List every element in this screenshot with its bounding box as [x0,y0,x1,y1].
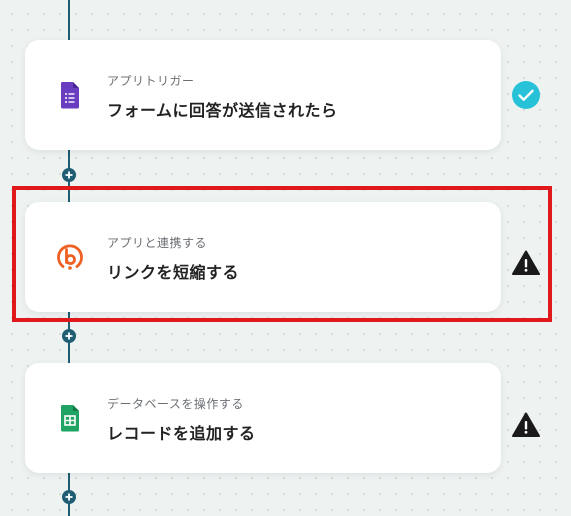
step-category-label: データベースを操作する [107,397,244,411]
plus-icon [65,332,73,340]
step-title: レコードを追加する [107,424,256,443]
google-sheets-icon [60,405,79,432]
step-category-label: アプリトリガー [107,74,195,88]
warning-icon [512,412,540,437]
google-forms-icon [60,82,79,109]
highlight-box [12,186,552,322]
plus-icon [65,171,73,179]
add-step-button[interactable] [62,329,76,343]
step-title: フォームに回答が送信されたら [107,101,338,120]
connector-line [68,0,70,40]
completed-check-icon [512,81,540,109]
flow-step-card-trigger[interactable]: アプリトリガー フォームに回答が送信されたら [25,40,501,150]
plus-icon [65,493,73,501]
flow-step-card-database[interactable]: データベースを操作する レコードを追加する [25,363,501,473]
add-step-button[interactable] [62,490,76,504]
add-step-button[interactable] [62,168,76,182]
